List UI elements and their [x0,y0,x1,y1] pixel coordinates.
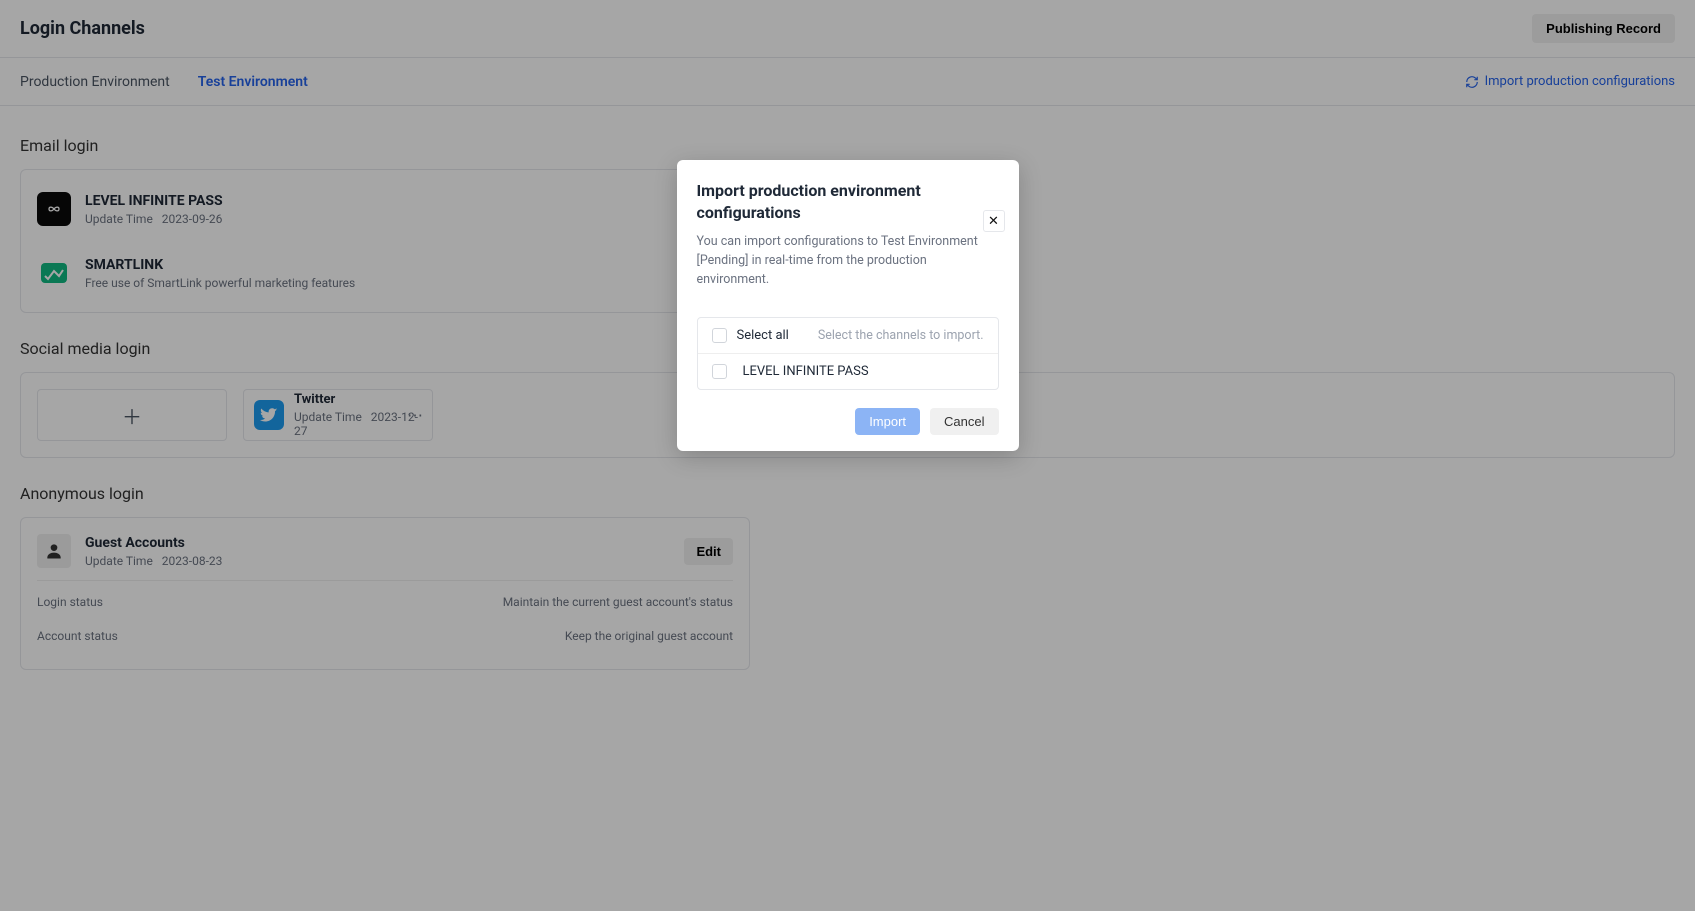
select-all-label: Select all [737,328,789,343]
modal-close-button[interactable]: ✕ [983,210,1005,232]
modal-hint: Select the channels to import. [818,328,984,343]
import-button[interactable]: Import [855,408,920,435]
close-icon: ✕ [988,214,999,229]
cancel-button[interactable]: Cancel [930,408,998,435]
modal-overlay: Import production environment configurat… [0,0,1695,911]
select-all-checkbox[interactable] [712,328,727,343]
modal-channel-list: Select all Select the channels to import… [697,317,999,390]
modal-list-item[interactable]: LEVEL INFINITE PASS [698,354,998,389]
modal-title: Import production environment configurat… [697,180,957,223]
import-modal: Import production environment configurat… [677,160,1019,451]
channel-checkbox[interactable] [712,364,727,379]
modal-desc: You can import configurations to Test En… [697,233,999,289]
channel-name: LEVEL INFINITE PASS [743,364,869,379]
